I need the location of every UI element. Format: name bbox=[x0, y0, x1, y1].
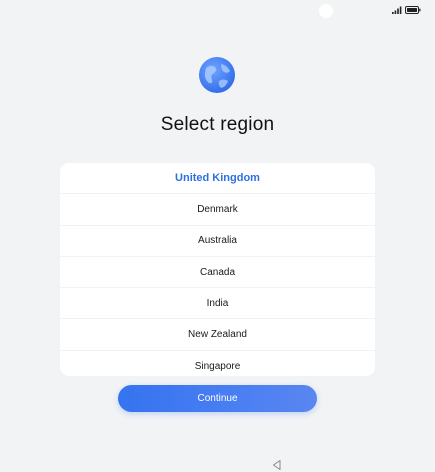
battery-icon bbox=[405, 6, 421, 14]
globe-icon bbox=[197, 55, 237, 95]
region-option-singapore[interactable]: Singapore bbox=[60, 351, 375, 376]
front-camera bbox=[319, 4, 333, 18]
signal-icon bbox=[392, 6, 402, 14]
region-option-united-kingdom[interactable]: United Kingdom bbox=[60, 163, 375, 195]
region-list[interactable]: United Kingdom Denmark Australia Canada … bbox=[60, 163, 375, 376]
region-option-new-zealand[interactable]: New Zealand bbox=[60, 319, 375, 351]
continue-button[interactable]: Continue bbox=[118, 385, 317, 412]
back-nav-icon[interactable] bbox=[271, 458, 283, 470]
region-option-australia[interactable]: Australia bbox=[60, 226, 375, 257]
region-option-canada[interactable]: Canada bbox=[60, 257, 375, 289]
page-title: Select region bbox=[160, 114, 275, 135]
setup-screen: Select region United Kingdom Denmark Aus… bbox=[0, 0, 435, 472]
region-option-denmark[interactable]: Denmark bbox=[60, 194, 375, 226]
region-option-india[interactable]: India bbox=[60, 288, 375, 320]
status-bar bbox=[392, 6, 421, 14]
